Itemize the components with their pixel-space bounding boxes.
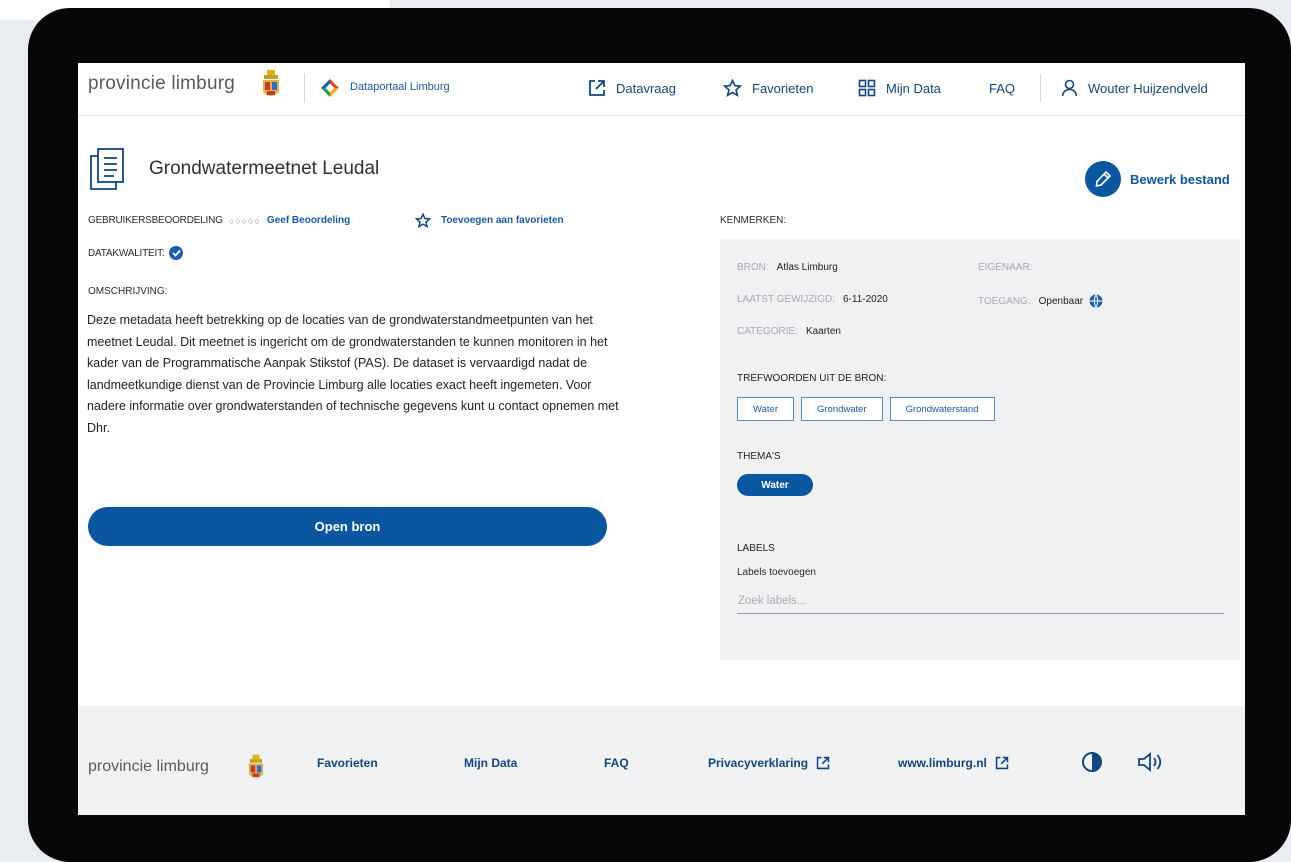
brand-logo-text[interactable]: provincie limburg <box>88 73 235 95</box>
source-key: BRON: <box>737 262 769 273</box>
dataportaal-logo-icon[interactable] <box>321 79 339 97</box>
edit-file-label: Bewerk bestand <box>1130 171 1230 187</box>
category-value: Kaarten <box>805 326 841 337</box>
add-labels-label: Labels toevoegen <box>737 567 816 578</box>
footer-website-label: www.limburg.nl <box>898 756 987 770</box>
last-modified-field: LAATST GEWIJZIGD: 6-11-2020 <box>737 294 888 305</box>
rating-label: GEBRUIKERSBEOORDELING <box>88 215 223 226</box>
nav-datavraag-label: Datavraag <box>616 80 676 96</box>
external-link-icon <box>589 80 605 96</box>
data-quality-label: DATAKWALITEIT: <box>88 247 165 259</box>
characteristics-label: KENMERKEN: <box>720 215 787 226</box>
external-link-icon <box>995 756 1009 770</box>
owner-key: EIGENAAR: <box>978 262 1033 273</box>
header-divider <box>1040 74 1041 102</box>
globe-icon <box>1089 294 1103 308</box>
contrast-icon[interactable] <box>1081 751 1103 773</box>
app-screen: provincie limburg Dataportaal Limburg Da… <box>78 63 1245 815</box>
access-key: TOEGANG: <box>978 295 1031 307</box>
source-value: Atlas Limburg <box>776 262 838 273</box>
category-field: CATEGORIE: Kaarten <box>737 326 841 337</box>
footer-link-faq[interactable]: FAQ <box>604 756 629 770</box>
dataportaal-title[interactable]: Dataportaal Limburg <box>350 81 450 93</box>
source-field: BRON: Atlas Limburg <box>737 262 838 273</box>
nav-favorieten-label: Favorieten <box>752 80 814 96</box>
keyword-tag[interactable]: Grondwaterstand <box>889 397 995 421</box>
label-search-input[interactable] <box>737 588 1224 614</box>
footer-link-mijn-data[interactable]: Mijn Data <box>464 756 517 770</box>
nav-mijn-data-label: Mijn Data <box>886 80 941 96</box>
grid-icon <box>858 79 876 97</box>
description-label: OMSCHRIJVING: <box>88 286 168 297</box>
last-modified-key: LAATST GEWIJZIGD: <box>737 294 835 305</box>
data-quality-row: DATAKWALITEIT: <box>88 246 184 260</box>
add-to-favorites-label: Toevoegen aan favorieten <box>441 215 564 226</box>
keywords-label: TREFWOORDEN UIT DE BRON: <box>737 373 887 384</box>
nav-faq-label: FAQ <box>989 80 1016 96</box>
keyword-tag[interactable]: Water <box>737 397 794 421</box>
footer-privacy-label: Privacyverklaring <box>708 756 809 770</box>
theme-pill[interactable]: Water <box>737 474 813 496</box>
access-value: Openbaar <box>1038 295 1084 307</box>
last-modified-value: 6-11-2020 <box>842 294 888 305</box>
rating-dots[interactable]: ○○○○○ <box>229 216 261 226</box>
open-source-button[interactable]: Open bron <box>88 507 607 546</box>
star-icon <box>415 213 431 228</box>
speaker-icon[interactable] <box>1136 751 1166 773</box>
keyword-tag[interactable]: Grondwater <box>800 397 883 421</box>
user-rating-row: GEBRUIKERSBEOORDELING ○○○○○ Geef Beoorde… <box>88 215 350 226</box>
footer-link-favorieten[interactable]: Favorieten <box>317 756 378 770</box>
user-icon <box>1061 79 1078 97</box>
top-navigation: provincie limburg Dataportaal Limburg Da… <box>78 63 1245 116</box>
nav-datavraag[interactable]: Datavraag <box>588 77 676 99</box>
page-title: Grondwatermeetnet Leudal <box>149 158 380 179</box>
limburg-crest-icon <box>248 754 264 778</box>
footer-link-privacy[interactable]: Privacyverklaring <box>708 756 830 770</box>
give-rating-link[interactable]: Geef Beoordeling <box>267 215 350 226</box>
user-name: Wouter Huijzendveld <box>1088 80 1208 96</box>
user-menu[interactable]: Wouter Huijzendveld <box>1061 77 1208 99</box>
external-link-icon <box>816 756 830 770</box>
pencil-icon <box>1085 161 1121 197</box>
nav-faq[interactable]: FAQ <box>989 77 1015 99</box>
footer-brand-text[interactable]: provincie limburg <box>88 758 209 776</box>
owner-field: EIGENAAR: <box>978 262 1040 273</box>
footer-link-website[interactable]: www.limburg.nl <box>898 756 1009 770</box>
access-field: TOEGANG: Openbaar <box>978 294 1103 308</box>
header-divider <box>304 73 305 103</box>
themes-label: THEMA'S <box>737 451 781 462</box>
characteristics-panel: BRON: Atlas Limburg EIGENAAR: LAATST GEW… <box>720 239 1240 660</box>
star-icon <box>723 79 742 97</box>
edit-file-button[interactable]: Bewerk bestand <box>1085 161 1230 197</box>
check-badge-icon <box>169 246 184 260</box>
nav-favorieten[interactable]: Favorieten <box>723 77 813 99</box>
footer: provincie limburg Favorieten Mijn Data F… <box>78 706 1245 815</box>
add-to-favorites-link[interactable]: Toevoegen aan favorieten <box>415 213 564 228</box>
document-icon <box>90 148 124 190</box>
labels-label: LABELS <box>737 543 775 554</box>
category-key: CATEGORIE: <box>737 326 798 337</box>
nav-mijn-data[interactable]: Mijn Data <box>858 77 941 99</box>
keyword-tags: Water Grondwater Grondwaterstand <box>737 397 1002 421</box>
limburg-crest-icon <box>263 70 279 96</box>
description-text: Deze metadata heeft betrekking op de loc… <box>87 313 619 435</box>
